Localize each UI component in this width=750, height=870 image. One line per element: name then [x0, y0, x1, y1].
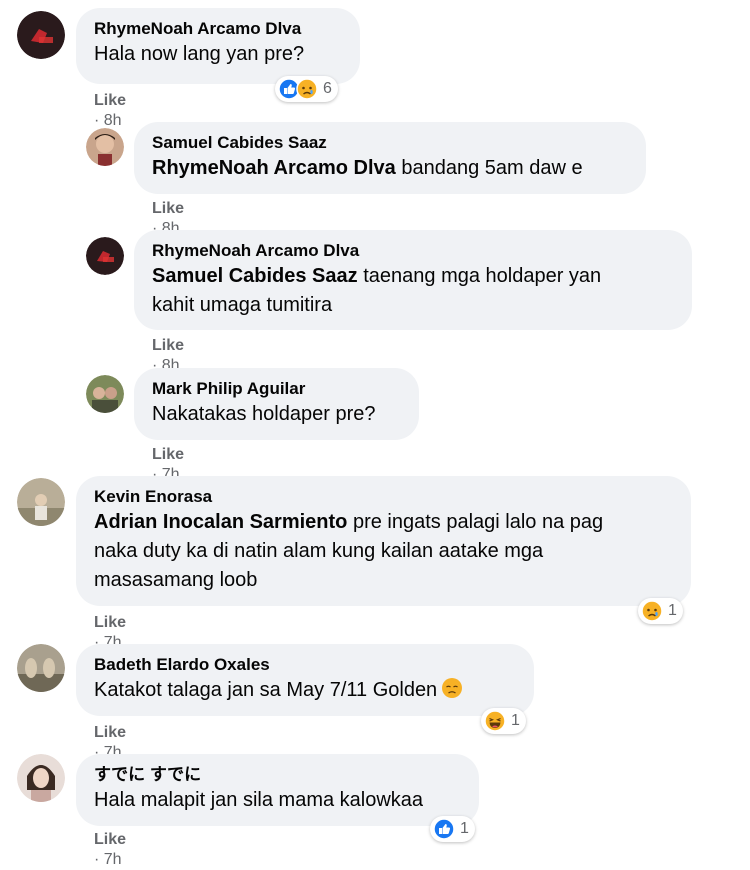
comment-author[interactable]: Kevin Enorasa	[94, 486, 673, 508]
avatar-badeth[interactable]	[17, 644, 65, 692]
comment-text: Katakot talaga jan sa May 7/11 Golden	[94, 676, 516, 705]
comment-text: Nakatakas holdaper pre?	[152, 403, 376, 425]
reactions-summary[interactable]: 1	[481, 708, 526, 734]
comment-text-body: pre ingats palagi lalo na pag	[347, 511, 604, 533]
comment-text-line: kahit umaga tumitira	[152, 294, 333, 316]
reaction-count: 1	[511, 712, 520, 729]
mention-link[interactable]: Adrian Inocalan Sarmiento	[94, 511, 347, 533]
comment-text-body: bandang 5am daw e	[395, 157, 583, 179]
comment-bubble: Samuel Cabides Saaz RhymeNoah Arcamo Dlv…	[134, 122, 646, 194]
comment-author[interactable]: RhymeNoah Arcamo Dlva	[94, 18, 342, 40]
reactions-summary[interactable]: 1	[638, 598, 683, 624]
comment-author[interactable]: Badeth Elardo Oxales	[94, 654, 516, 676]
comment-bubble: RhymeNoah Arcamo Dlva Hala now lang yan …	[76, 8, 360, 84]
sad-icon	[296, 78, 318, 100]
comment-author[interactable]: すでに すでに	[94, 764, 461, 786]
avatar-rhymenoah[interactable]	[17, 11, 65, 59]
avatar-rhymenoah[interactable]	[86, 237, 124, 275]
comment-text: Samuel Cabides Saaz taenang mga holdaper…	[152, 262, 674, 291]
comment-text-line: naka duty ka di natin alam kung kailan a…	[94, 540, 544, 562]
reaction-count: 6	[323, 80, 332, 97]
comment-author[interactable]: Samuel Cabides Saaz	[152, 132, 628, 154]
sad-icon	[641, 600, 663, 622]
comment-text: Hala now lang yan pre?	[94, 43, 305, 65]
comment-time[interactable]: 8h	[104, 112, 122, 129]
comment-text: Adrian Inocalan Sarmiento pre ingats pal…	[94, 508, 673, 537]
comment-bubble: RhymeNoah Arcamo Dlva Samuel Cabides Saa…	[134, 230, 692, 330]
like-link[interactable]: Like	[94, 92, 126, 109]
meta-separator: ·	[94, 112, 100, 129]
haha-icon	[484, 710, 506, 732]
sad-face-emoji-icon	[441, 677, 463, 699]
comment-author[interactable]: RhymeNoah Arcamo Dlva	[152, 240, 674, 262]
comment-time[interactable]: 7h	[104, 851, 122, 868]
like-link[interactable]: Like	[152, 337, 184, 354]
comment-bubble: Badeth Elardo Oxales Katakot talaga jan …	[76, 644, 534, 716]
comment-text-body: Katakot talaga jan sa May 7/11 Golden	[94, 679, 438, 701]
mention-link[interactable]: Samuel Cabides Saaz	[152, 265, 358, 287]
avatar-mark[interactable]	[86, 375, 124, 413]
like-link[interactable]: Like	[94, 614, 126, 631]
comment-text-body: taenang mga holdaper yan	[357, 265, 602, 287]
reaction-count: 1	[460, 820, 469, 837]
comment-text-line: masasamang loob	[94, 569, 258, 591]
comment-author[interactable]: Mark Philip Aguilar	[152, 378, 401, 400]
meta-separator: ·	[94, 851, 100, 868]
like-link[interactable]: Like	[152, 446, 184, 463]
avatar-samuel[interactable]	[86, 128, 124, 166]
avatar-kevin[interactable]	[17, 478, 65, 526]
comment-text: RhymeNoah Arcamo Dlva bandang 5am daw e	[152, 154, 628, 183]
like-link[interactable]: Like	[94, 724, 126, 741]
comment-meta: Like · 7h	[94, 830, 126, 870]
comment-bubble: Kevin Enorasa Adrian Inocalan Sarmiento …	[76, 476, 691, 606]
mention-link[interactable]: RhymeNoah Arcamo Dlva	[152, 157, 396, 179]
like-icon	[433, 818, 455, 840]
like-link[interactable]: Like	[94, 831, 126, 848]
comment-meta: Like · 8h	[94, 91, 126, 131]
comment-bubble: Mark Philip Aguilar Nakatakas holdaper p…	[134, 368, 419, 440]
like-link[interactable]: Like	[152, 200, 184, 217]
comment-text: Hala malapit jan sila mama kalowkaa	[94, 789, 424, 811]
reactions-summary[interactable]: 1	[430, 816, 475, 842]
avatar-sudeni[interactable]	[17, 754, 65, 802]
reaction-count: 1	[668, 602, 677, 619]
reactions-summary[interactable]: 6	[275, 76, 338, 102]
comment-bubble: すでに すでに Hala malapit jan sila mama kalow…	[76, 754, 479, 826]
